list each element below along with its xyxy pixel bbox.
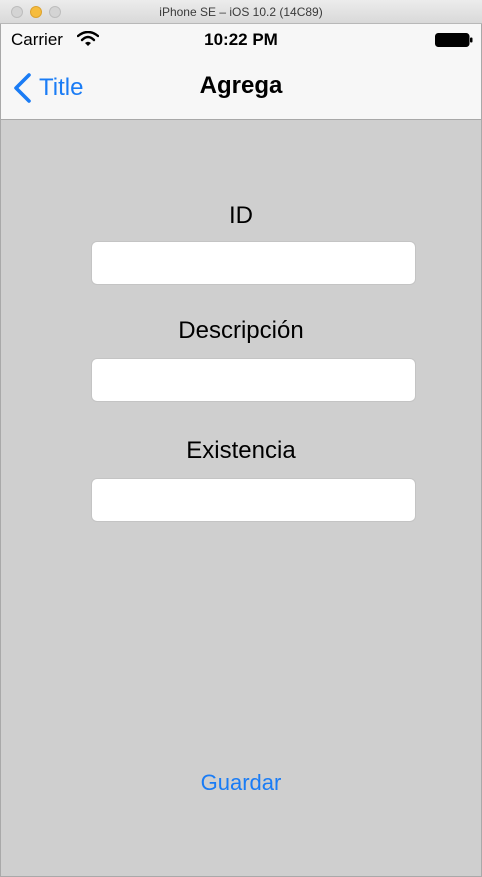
simulator-title-bar: iPhone SE – iOS 10.2 (14C89) (0, 0, 482, 24)
navigation-bar: Title Agrega (1, 54, 481, 120)
save-button[interactable]: Guardar (1, 770, 481, 796)
id-field[interactable] (91, 241, 416, 285)
stock-field[interactable] (91, 478, 416, 522)
status-time: 10:22 PM (204, 30, 278, 49)
device-screen: Carrier 10:22 PM Title Agrega ID Descrip… (0, 24, 482, 877)
battery-icon (435, 33, 473, 47)
page-title: Agrega (199, 72, 283, 99)
stock-label: Existencia (186, 437, 296, 464)
id-label: ID (229, 202, 253, 229)
status-bar: Carrier 10:22 PM (1, 24, 481, 54)
description-label: Descripción (178, 317, 304, 344)
window-title: iPhone SE – iOS 10.2 (14C89) (159, 5, 323, 19)
description-field[interactable] (91, 358, 416, 402)
